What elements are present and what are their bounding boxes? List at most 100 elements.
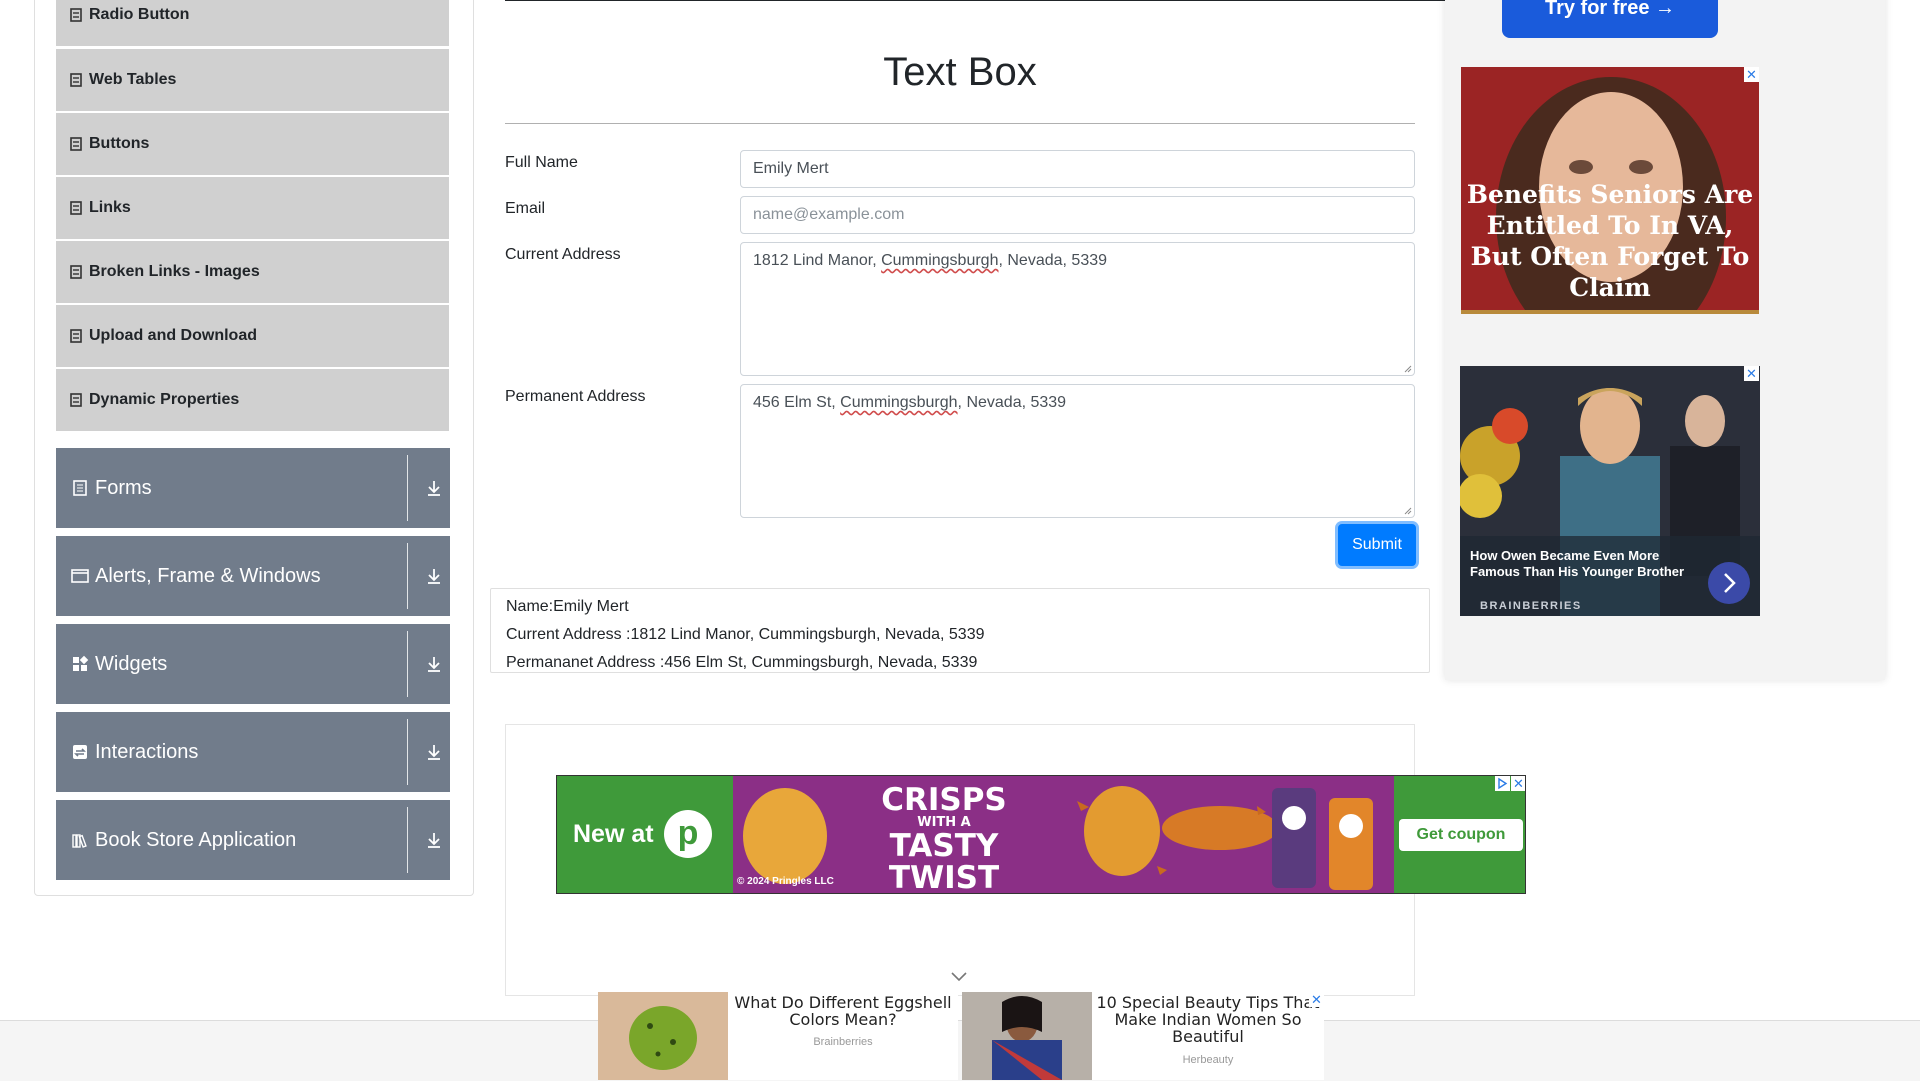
divider <box>407 807 408 873</box>
sidebar-item-label: Web Tables <box>89 71 177 88</box>
widgets-icon <box>73 655 89 671</box>
email-input[interactable]: name@example.com <box>740 196 1415 234</box>
sidebar-item-broken-links[interactable]: Broken Links - Images <box>56 241 449 303</box>
chevron-down-icon[interactable] <box>950 970 968 984</box>
output-name: Name:Emily Mert <box>506 598 629 615</box>
divider <box>407 631 408 697</box>
group-label: Alerts, Frame & Windows <box>95 564 321 587</box>
get-coupon-button[interactable]: Get coupon <box>1399 819 1523 851</box>
close-icon[interactable]: ✕ <box>1511 776 1525 791</box>
address-text: , Nevada, 5339 <box>998 252 1108 269</box>
form-icon <box>73 480 87 496</box>
group-label: Forms <box>95 476 152 499</box>
sidebar-item-label: Broken Links - Images <box>89 263 260 280</box>
next-button[interactable] <box>1708 562 1750 604</box>
ad-title: 10 Special Beauty Tips That Make Indian … <box>1096 993 1320 1046</box>
sidebar-group-book-store[interactable]: Book Store Application <box>56 800 450 880</box>
sidebar-item-radio-button[interactable]: Radio Button <box>56 0 449 46</box>
permanent-address-textarea[interactable]: 456 Elm St, Cummingsburgh, Nevada, 5339 <box>740 384 1415 518</box>
divider <box>407 543 408 609</box>
bottom-ad-bar <box>0 1020 1920 1081</box>
chevron-right-icon <box>1724 573 1736 593</box>
sidebar-item-label: Radio Button <box>89 6 190 23</box>
permanent-address-label: Permanent Address <box>505 388 646 405</box>
group-label: Book Store Application <box>95 828 297 851</box>
ad-headline: Benefits Seniors Are Entitled To In VA, … <box>1466 180 1754 302</box>
ad-source: Herbeauty <box>1182 1054 1234 1066</box>
output-current-address: Current Address :1812 Lind Manor, Cummin… <box>506 626 985 643</box>
page-title: Text Box <box>883 50 1037 94</box>
list-icon <box>70 329 82 343</box>
title-divider <box>505 123 1415 124</box>
ad-copyright: © 2024 Pringles LLC <box>737 876 834 887</box>
group-label: Widgets <box>95 652 168 675</box>
divider <box>407 455 408 521</box>
sidebar-item-upload-download[interactable]: Upload and Download <box>56 305 449 367</box>
adchoices-icon[interactable] <box>1495 776 1510 791</box>
try-for-free-button[interactable]: Try for free → <box>1502 0 1718 38</box>
ad-headline: How Owen Became Even More Famous Than Hi… <box>1470 548 1685 579</box>
list-icon <box>70 393 82 407</box>
ad-word: TWIST <box>888 860 1000 894</box>
ad-thumbnail <box>598 992 728 1080</box>
bottom-ad-beauty[interactable]: 10 Special Beauty Tips That Make Indian … <box>962 992 1324 1080</box>
sidebar-item-dynamic-properties[interactable]: Dynamic Properties <box>56 369 449 431</box>
resize-handle-icon[interactable] <box>1404 365 1412 373</box>
output-permanent-address: Permananet Address :456 Elm St, Cummings… <box>506 654 978 671</box>
list-icon <box>70 265 82 279</box>
adchoices-glyph <box>1498 777 1508 790</box>
full-name-label: Full Name <box>505 154 578 171</box>
ad-banner-pringles[interactable]: New at p CRISPS WITH A TASTY TWIST © 202… <box>556 775 1526 894</box>
ad-thumbnail <box>962 992 1092 1080</box>
current-address-textarea[interactable]: 1812 Lind Manor, Cummingsburgh, Nevada, … <box>740 242 1415 376</box>
ad-chips-art <box>743 786 1373 890</box>
divider <box>407 719 408 785</box>
interactions-icon <box>73 745 87 759</box>
ad-title: What Do Different Eggshell Colors Mean? <box>734 993 952 1029</box>
email-label: Email <box>505 200 546 217</box>
list-icon <box>70 73 82 87</box>
output-panel: Name:Emily Mert Current Address :1812 Li… <box>490 588 1430 673</box>
ad-headline: CRISPS WITH A TASTY TWIST <box>854 782 1034 894</box>
ad-word: CRISPS <box>881 782 1007 818</box>
address-text: 456 Elm St, <box>753 394 841 411</box>
sidebar-group-interactions[interactable]: Interactions <box>56 712 450 792</box>
download-icon[interactable] <box>424 566 444 586</box>
ad-banner-seniors[interactable]: Benefits Seniors Are Entitled To In VA, … <box>1461 67 1759 314</box>
header-divider <box>505 0 1445 1</box>
ad-source: Brainberries <box>813 1036 873 1048</box>
spellcheck-word: Cummingsburgh <box>881 252 999 269</box>
spellcheck-word: Cummingsburgh <box>840 394 958 411</box>
list-icon <box>70 137 82 151</box>
sidebar-item-buttons[interactable]: Buttons <box>56 113 449 175</box>
resize-handle-icon[interactable] <box>1404 507 1412 515</box>
books-icon <box>72 834 87 848</box>
sidebar-group-forms[interactable]: Forms <box>56 448 450 528</box>
address-text: 1812 Lind Manor, <box>753 252 882 269</box>
submit-button[interactable]: Submit <box>1338 524 1416 566</box>
full-name-input[interactable]: Emily Mert <box>740 150 1415 188</box>
close-icon[interactable]: ✕ <box>1309 992 1324 1007</box>
sidebar-item-label: Upload and Download <box>89 327 257 344</box>
ad-word: TASTY <box>889 828 999 864</box>
sidebar-item-label: Links <box>89 199 131 216</box>
bottom-ad-eggshell[interactable]: What Do Different Eggshell Colors Mean? … <box>598 992 958 1080</box>
current-address-label: Current Address <box>505 246 621 263</box>
download-icon[interactable] <box>424 830 444 850</box>
sidebar-group-widgets[interactable]: Widgets <box>56 624 450 704</box>
group-label: Interactions <box>95 740 199 763</box>
sidebar-group-alerts[interactable]: Alerts, Frame & Windows <box>56 536 450 616</box>
ad-banner-owen[interactable]: How Owen Became Even More Famous Than Hi… <box>1460 366 1760 616</box>
sidebar-item-web-tables[interactable]: Web Tables <box>56 49 449 111</box>
download-icon[interactable] <box>424 478 444 498</box>
list-icon <box>70 201 82 215</box>
address-text: , Nevada, 5339 <box>957 394 1067 411</box>
download-icon[interactable] <box>424 654 444 674</box>
close-icon[interactable]: ✕ <box>1744 366 1759 381</box>
sidebar-item-label: Buttons <box>89 135 150 152</box>
sidebar-item-label: Dynamic Properties <box>89 391 240 408</box>
list-icon <box>70 8 82 22</box>
download-icon[interactable] <box>424 742 444 762</box>
close-icon[interactable]: ✕ <box>1744 67 1759 82</box>
sidebar-item-links[interactable]: Links <box>56 177 449 239</box>
